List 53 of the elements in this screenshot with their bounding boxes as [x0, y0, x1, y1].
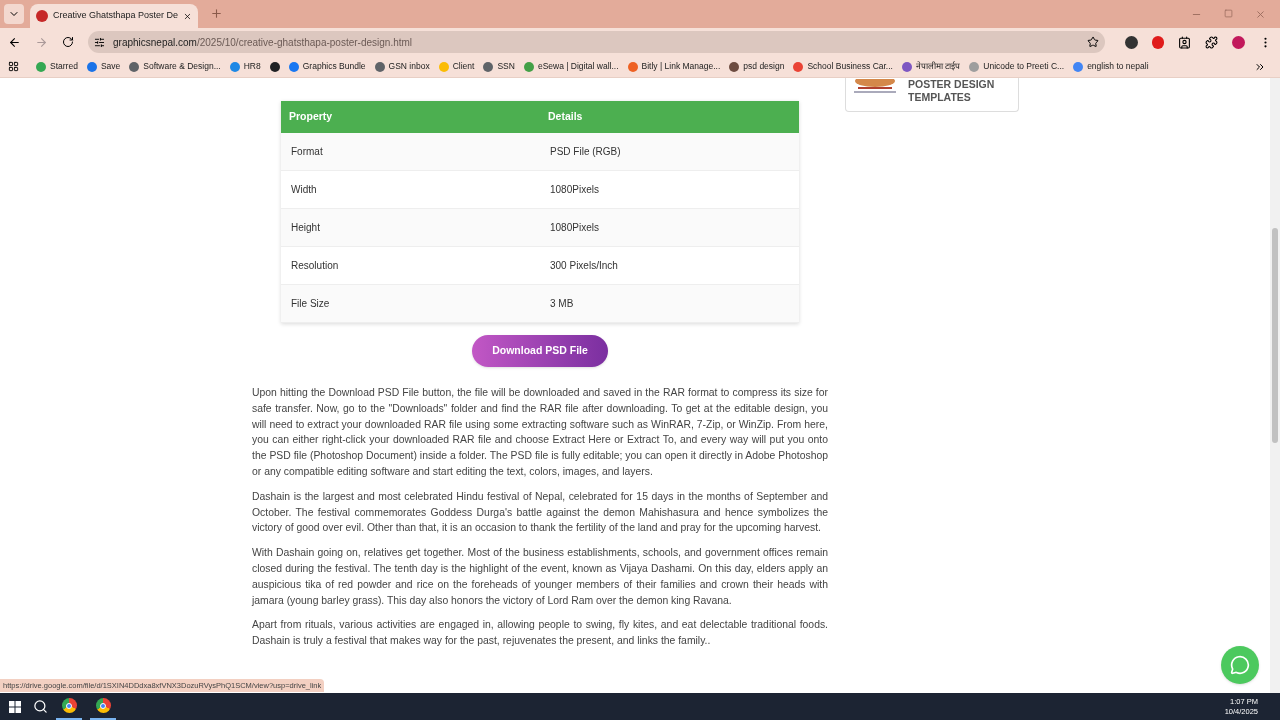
tab-title: Creative Ghatsthapa Poster De [53, 9, 179, 23]
avatar-icon[interactable] [1232, 35, 1245, 49]
bookmark-item[interactable]: Starred [36, 60, 78, 73]
bookmark-item[interactable]: psd design [729, 60, 785, 73]
table-cell-text: Width [290, 183, 318, 197]
table-cell-text: 300 Pixels/Inch [549, 259, 619, 273]
column-header: Property [288, 109, 334, 125]
column-header: Details [547, 109, 584, 125]
browser-tab[interactable]: Creative Ghatsthapa Poster De [30, 4, 198, 28]
table-cell-text: Resolution [290, 259, 340, 273]
body-paragraph: With Dashain going on, relatives get together. Most of the business establishments, schools, and government offices remain closed during the festival. The tenth day is the highlight of the event, known as Vijaya Dashami. On this day, elders apply an auspicious tika of red powder and rice on the foreheads of younger members of their families and crown their heads with jamara (young barley grass). This day also honors the victory of Lord Ram over the demon king Ravana. [252, 546, 828, 608]
bookmark-item[interactable]: Save [86, 60, 121, 73]
site-info-icon[interactable] [94, 36, 105, 48]
reload-icon[interactable] [62, 36, 74, 48]
profile-icon[interactable] [1125, 35, 1138, 49]
bookmark-item[interactable]: Bitly | Link Manage... [627, 60, 721, 73]
table-cell-text: 1080Pixels [549, 183, 600, 197]
card-title[interactable]: POSTER DESIGN TEMPLATES [908, 78, 1008, 104]
table-cell-text: Format [290, 145, 324, 159]
body-paragraph: Upon hitting the Download PSD File button, the file will be downloaded and saved in the RAR format to compress its size for safe transfer. Now, go to the "Downloads" folder and find the RAR file after downloading. To get at the editable design, you will need to extract your downloaded RAR file using some extracting software such as WinRAR, 7-Zip, or WinZip. From here, you can either right-click your downloaded RAR file and choose Extract Here or Extract To, and every way will put you onto the PSD file (Photoshop Document) inside a folder. The PSD file is fully editable; you can open it directly in Adobe Photoshop or any compatible editing software and start editing the text, colors, images, and layers. [252, 386, 828, 479]
back-icon[interactable] [8, 35, 21, 49]
bookmark-item[interactable]: School Business Car... [793, 60, 893, 73]
scrollbar[interactable] [1270, 78, 1280, 693]
bookmark-item[interactable]: Graphics Bundle [288, 60, 366, 73]
bookmark-star-icon[interactable] [1087, 36, 1099, 48]
download-button[interactable]: Download PSD File [472, 335, 608, 367]
bookmark-item[interactable]: Client [438, 60, 475, 73]
apps-icon[interactable] [8, 61, 19, 72]
table-cell-text: 3 MB [549, 297, 575, 311]
url-text: graphicsnepal.com/2025/10/creative-ghatsthapa-poster-design.html [113, 35, 414, 50]
bookmark-item[interactable]: Unicode to Preeti C... [969, 60, 1065, 73]
bookmark-item[interactable]: HR8 [229, 60, 261, 73]
chat-bubble-icon [1230, 655, 1250, 675]
bookmark-item[interactable]: english to nepali [1073, 60, 1149, 73]
bookmark-item[interactable]: GSN inbox [374, 60, 430, 73]
table-cell-text: Height [290, 221, 321, 235]
extensions-icon[interactable] [1205, 35, 1218, 49]
extension-icon[interactable] [1152, 35, 1164, 49]
search-icon[interactable] [33, 699, 48, 714]
contacts-icon[interactable] [1178, 35, 1191, 49]
body-paragraph: Apart from rituals, various activities are engaged in, allowing people to swing, fly kites, and eat delectable traditional foods. Dashain is truly a festival that makes way for the past, rejuvenates the present, and links the family.. [252, 618, 828, 649]
table-cell-text: 1080Pixels [549, 221, 600, 235]
address-bar[interactable]: graphicsnepal.com/2025/10/creative-ghatsthapa-poster-design.html [88, 31, 1105, 53]
favicon-icon [36, 10, 48, 22]
body-paragraph: Dashain is the largest and most celebrated Hindu festival of Nepal, celebrated for 15 days in the months of September and October. The festival commemorates Goddess Durga's battle against the demon Mahishasura and hence symbolizes the victory of good over evil. Other than that, it is an occasion to thank the fertility of the land and pray for the upcoming harvest. [252, 489, 828, 536]
table-cell-text: PSD File (RGB) [549, 145, 622, 159]
bookmark-item[interactable]: SSN [483, 60, 515, 73]
table-cell-text: File Size [290, 297, 331, 311]
bookmark-item[interactable]: Software & Design... [129, 60, 221, 73]
bookmark-item[interactable]: नेपालीमा टाईप [901, 60, 961, 73]
bookmark-item[interactable]: eSewa | Digital wall... [523, 60, 619, 73]
tab-list-button[interactable] [4, 4, 24, 24]
new-tab-icon[interactable] [210, 7, 223, 20]
